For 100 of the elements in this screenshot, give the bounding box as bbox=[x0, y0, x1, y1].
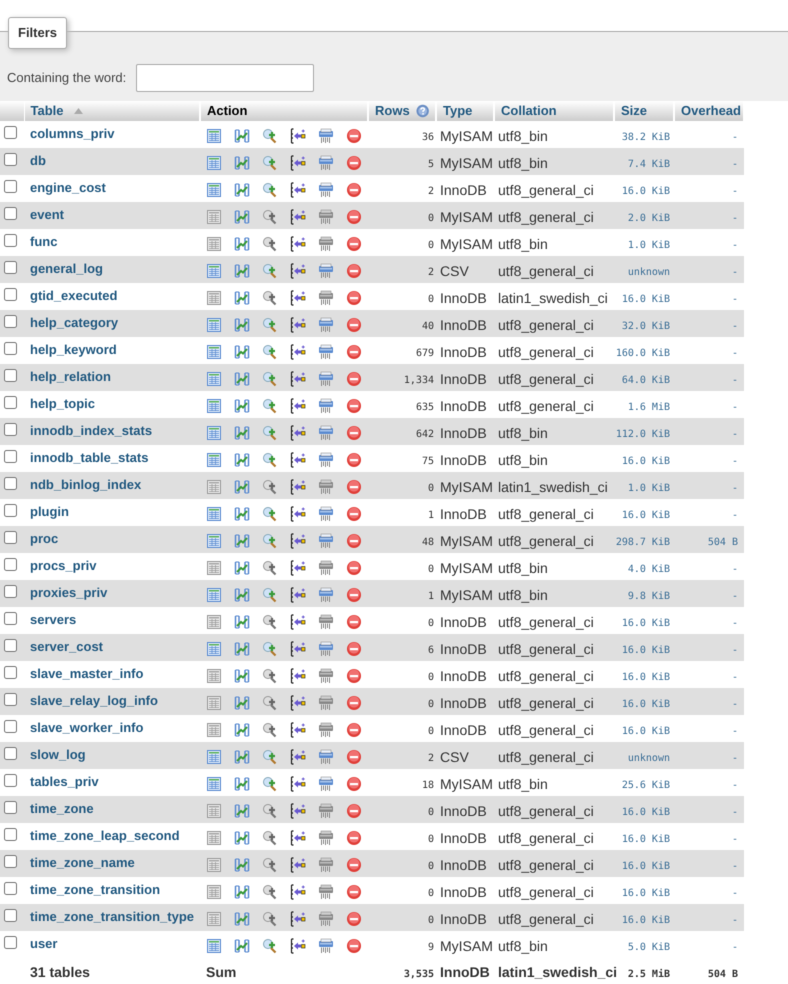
delete-icon[interactable] bbox=[346, 695, 362, 711]
structure-icon[interactable] bbox=[234, 128, 250, 144]
insert-arrow-icon[interactable] bbox=[290, 830, 306, 846]
insert-arrow-icon[interactable] bbox=[290, 209, 306, 225]
magnifier-plus-icon[interactable] bbox=[262, 128, 278, 144]
table-name-link[interactable]: gtid_executed bbox=[30, 288, 118, 303]
table-grid-icon[interactable] bbox=[206, 884, 222, 900]
table-grid-icon[interactable] bbox=[206, 749, 222, 765]
delete-icon[interactable] bbox=[346, 236, 362, 252]
table-grid-icon[interactable] bbox=[206, 857, 222, 873]
magnifier-plus-icon[interactable] bbox=[262, 749, 278, 765]
help-icon[interactable] bbox=[416, 104, 429, 118]
structure-icon[interactable] bbox=[234, 398, 250, 414]
row-checkbox[interactable] bbox=[4, 612, 17, 625]
shredder-icon[interactable] bbox=[318, 776, 334, 792]
table-name-link[interactable]: event bbox=[30, 207, 64, 222]
delete-icon[interactable] bbox=[346, 668, 362, 684]
structure-icon[interactable] bbox=[234, 452, 250, 468]
shredder-icon[interactable] bbox=[318, 128, 334, 144]
magnifier-plus-icon[interactable] bbox=[262, 614, 278, 630]
magnifier-plus-icon[interactable] bbox=[262, 641, 278, 657]
table-name-link[interactable]: help_relation bbox=[30, 369, 111, 384]
insert-arrow-icon[interactable] bbox=[290, 533, 306, 549]
shredder-icon[interactable] bbox=[318, 668, 334, 684]
row-checkbox[interactable] bbox=[4, 747, 17, 760]
insert-arrow-icon[interactable] bbox=[290, 911, 306, 927]
structure-icon[interactable] bbox=[234, 776, 250, 792]
magnifier-plus-icon[interactable] bbox=[262, 371, 278, 387]
delete-icon[interactable] bbox=[346, 938, 362, 954]
table-grid-icon[interactable] bbox=[206, 911, 222, 927]
row-checkbox[interactable] bbox=[4, 720, 17, 733]
shredder-icon[interactable] bbox=[318, 587, 334, 603]
table-name-link[interactable]: procs_priv bbox=[30, 558, 96, 573]
row-checkbox[interactable] bbox=[4, 153, 17, 166]
shredder-icon[interactable] bbox=[318, 479, 334, 495]
magnifier-plus-icon[interactable] bbox=[262, 722, 278, 738]
structure-icon[interactable] bbox=[234, 587, 250, 603]
magnifier-plus-icon[interactable] bbox=[262, 452, 278, 468]
table-name-link[interactable]: time_zone_transition_type bbox=[30, 909, 194, 924]
table-name-link[interactable]: ndb_binlog_index bbox=[30, 477, 142, 492]
insert-arrow-icon[interactable] bbox=[290, 290, 306, 306]
row-checkbox[interactable] bbox=[4, 639, 17, 652]
table-grid-icon[interactable] bbox=[206, 182, 222, 198]
insert-arrow-icon[interactable] bbox=[290, 695, 306, 711]
shredder-icon[interactable] bbox=[318, 857, 334, 873]
magnifier-plus-icon[interactable] bbox=[262, 425, 278, 441]
table-name-link[interactable]: engine_cost bbox=[30, 180, 106, 195]
structure-icon[interactable] bbox=[234, 506, 250, 522]
structure-icon[interactable] bbox=[234, 344, 250, 360]
insert-arrow-icon[interactable] bbox=[290, 506, 306, 522]
shredder-icon[interactable] bbox=[318, 236, 334, 252]
delete-icon[interactable] bbox=[346, 533, 362, 549]
delete-icon[interactable] bbox=[346, 911, 362, 927]
insert-arrow-icon[interactable] bbox=[290, 452, 306, 468]
table-name-link[interactable]: help_category bbox=[30, 315, 118, 330]
structure-icon[interactable] bbox=[234, 209, 250, 225]
table-name-link[interactable]: slow_log bbox=[30, 747, 86, 762]
row-checkbox[interactable] bbox=[4, 882, 17, 895]
shredder-icon[interactable] bbox=[318, 911, 334, 927]
shredder-icon[interactable] bbox=[318, 425, 334, 441]
row-checkbox[interactable] bbox=[4, 207, 17, 220]
delete-icon[interactable] bbox=[346, 209, 362, 225]
delete-icon[interactable] bbox=[346, 371, 362, 387]
filter-input[interactable] bbox=[136, 64, 314, 92]
table-name-link[interactable]: server_cost bbox=[30, 639, 103, 654]
structure-icon[interactable] bbox=[234, 857, 250, 873]
row-checkbox[interactable] bbox=[4, 666, 17, 679]
shredder-icon[interactable] bbox=[318, 803, 334, 819]
table-grid-icon[interactable] bbox=[206, 344, 222, 360]
table-grid-icon[interactable] bbox=[206, 695, 222, 711]
insert-arrow-icon[interactable] bbox=[290, 155, 306, 171]
row-checkbox[interactable] bbox=[4, 342, 17, 355]
shredder-icon[interactable] bbox=[318, 614, 334, 630]
magnifier-plus-icon[interactable] bbox=[262, 344, 278, 360]
delete-icon[interactable] bbox=[346, 263, 362, 279]
insert-arrow-icon[interactable] bbox=[290, 317, 306, 333]
table-grid-icon[interactable] bbox=[206, 371, 222, 387]
table-name-link[interactable]: time_zone_leap_second bbox=[30, 828, 180, 843]
table-name-link[interactable]: servers bbox=[30, 612, 76, 627]
delete-icon[interactable] bbox=[346, 803, 362, 819]
insert-arrow-icon[interactable] bbox=[290, 128, 306, 144]
table-name-link[interactable]: general_log bbox=[30, 261, 103, 276]
magnifier-plus-icon[interactable] bbox=[262, 398, 278, 414]
row-checkbox[interactable] bbox=[4, 585, 17, 598]
table-grid-icon[interactable] bbox=[206, 587, 222, 603]
shredder-icon[interactable] bbox=[318, 722, 334, 738]
magnifier-plus-icon[interactable] bbox=[262, 182, 278, 198]
insert-arrow-icon[interactable] bbox=[290, 884, 306, 900]
table-grid-icon[interactable] bbox=[206, 722, 222, 738]
delete-icon[interactable] bbox=[346, 344, 362, 360]
structure-icon[interactable] bbox=[234, 884, 250, 900]
table-grid-icon[interactable] bbox=[206, 479, 222, 495]
magnifier-plus-icon[interactable] bbox=[262, 533, 278, 549]
insert-arrow-icon[interactable] bbox=[290, 560, 306, 576]
row-checkbox[interactable] bbox=[4, 801, 17, 814]
insert-arrow-icon[interactable] bbox=[290, 857, 306, 873]
row-checkbox[interactable] bbox=[4, 369, 17, 382]
structure-icon[interactable] bbox=[234, 938, 250, 954]
table-grid-icon[interactable] bbox=[206, 830, 222, 846]
delete-icon[interactable] bbox=[346, 290, 362, 306]
